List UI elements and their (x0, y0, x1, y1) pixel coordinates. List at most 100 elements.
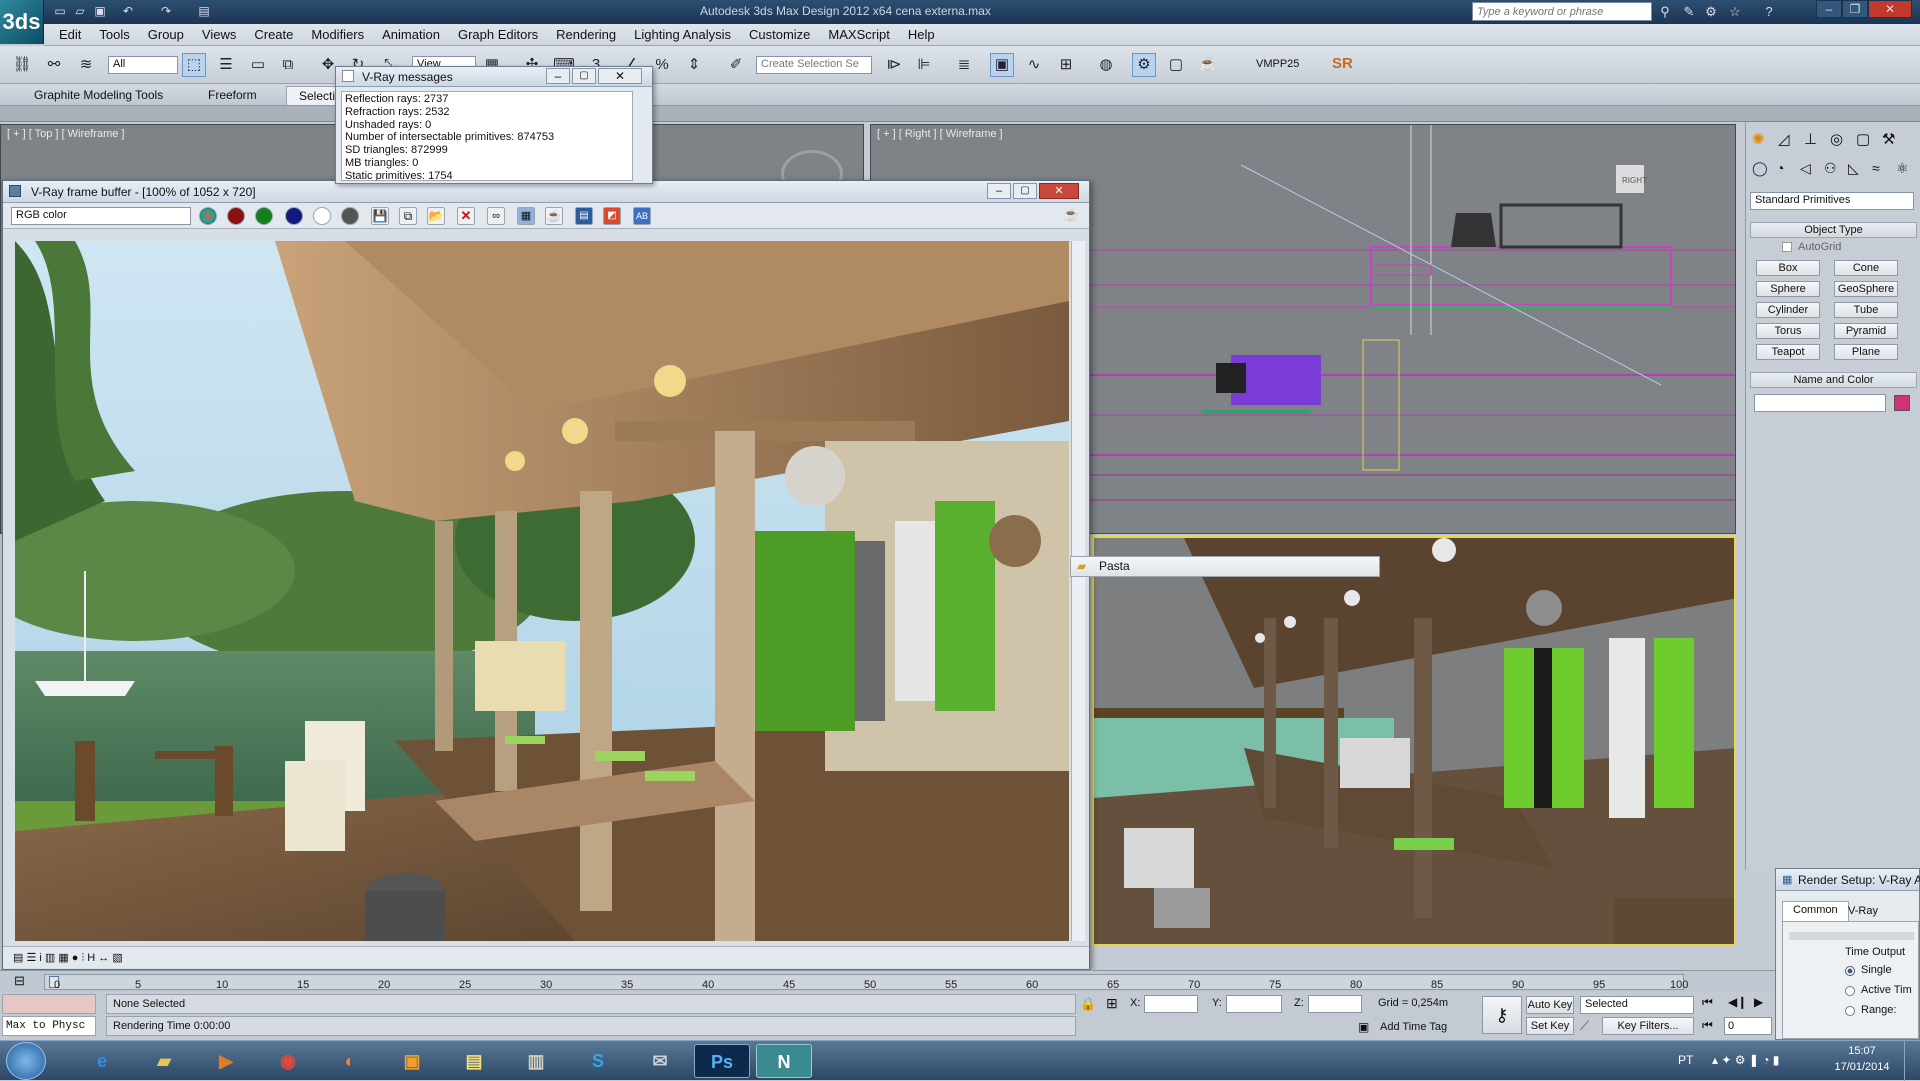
menu-customize[interactable]: Customize (740, 24, 819, 45)
tab-freeform[interactable]: Freeform (196, 86, 269, 105)
range-radio[interactable] (1845, 1006, 1855, 1016)
taskbar-folder-icon[interactable]: ▰ (136, 1044, 192, 1078)
pyramid-button[interactable]: Pyramid (1834, 323, 1898, 339)
select-object-icon[interactable]: ⬚ (182, 53, 206, 77)
maxscript-input[interactable]: Max to Physc (2, 1016, 96, 1036)
shapes-icon[interactable]: ◔ (1776, 160, 1784, 176)
rendered-frame-window-icon[interactable]: ▢ (1164, 53, 1188, 77)
taskbar-3dsmax-icon[interactable]: N (756, 1044, 812, 1078)
select-by-name-icon[interactable]: ☰ (214, 53, 238, 77)
tab-vray[interactable]: V-Ray (1838, 903, 1888, 921)
blue-channel-icon[interactable] (285, 207, 303, 225)
green-channel-icon[interactable] (255, 207, 273, 225)
menu-edit[interactable]: Edit (50, 24, 90, 45)
save-all-icon[interactable]: ⧉ (399, 207, 417, 225)
spacewarps-icon[interactable]: ≈ (1872, 160, 1880, 176)
y-coordinate-field[interactable] (1226, 995, 1282, 1013)
tray-icons[interactable]: ▴ ✦ ⚙ ❚ ◔ ▮ (1712, 1053, 1779, 1067)
vray-messages-maximize-icon[interactable]: ▢ (572, 68, 596, 84)
tab-graphite-modeling[interactable]: Graphite Modeling Tools (22, 86, 175, 105)
default-tangent-icon[interactable]: ⟋ (1580, 1018, 1589, 1034)
help-icon[interactable]: ? (1760, 3, 1778, 21)
named-selection-dropdown[interactable]: Create Selection Se (756, 56, 872, 74)
rectangular-selection-icon[interactable]: ▭ (246, 53, 270, 77)
vfb-vertical-scrollbar[interactable] (1071, 241, 1085, 941)
utilities-tab-icon[interactable]: ⚒ (1882, 130, 1895, 148)
load-image-icon[interactable]: 📂 (427, 207, 445, 225)
clear-image-icon[interactable]: ✕ (457, 207, 475, 225)
menu-views[interactable]: Views (193, 24, 245, 45)
edit-named-selection-icon[interactable]: ✐ (724, 53, 748, 77)
mirror-icon[interactable]: ⧐ (882, 53, 906, 77)
vray-messages-log[interactable]: Reflection rays: 2737 Refraction rays: 2… (341, 91, 633, 181)
geosphere-button[interactable]: GeoSphere (1834, 281, 1898, 297)
track-mouse-icon[interactable]: ∞ (487, 207, 505, 225)
project-folder-icon[interactable]: ▤ (196, 3, 212, 19)
name-color-rollout[interactable]: Name and Color (1750, 372, 1917, 388)
menu-create[interactable]: Create (245, 24, 302, 45)
save-icon[interactable]: ▣ (92, 3, 108, 19)
app-logo[interactable]: 3ds (0, 0, 44, 44)
curve-editor-icon[interactable]: ∿ (1022, 53, 1046, 77)
spinner-snap-icon[interactable]: ⇕ (682, 53, 706, 77)
primitive-category-dropdown[interactable]: Standard Primitives (1750, 192, 1914, 210)
active-time-radio[interactable] (1845, 986, 1855, 996)
systems-icon[interactable]: ⚛ (1896, 160, 1909, 177)
menu-help[interactable]: Help (899, 24, 944, 45)
rendered-image[interactable] (15, 241, 1069, 941)
object-name-field[interactable] (1754, 394, 1886, 412)
save-image-icon[interactable]: 💾 (371, 207, 389, 225)
tube-button[interactable]: Tube (1834, 302, 1898, 318)
layer-manager-icon[interactable]: ≣ (952, 53, 976, 77)
timeline-toggle-icon[interactable]: ⊟ (14, 973, 25, 989)
previous-frame-icon[interactable]: ◀❙ (1728, 995, 1747, 1009)
helpers-icon[interactable]: ◺ (1848, 160, 1859, 177)
new-file-icon[interactable]: ▭ (52, 3, 68, 19)
key-mode-toggle-icon[interactable]: ⏮ (1702, 1018, 1713, 1033)
vray-messages-minimize-icon[interactable]: ‒ (546, 68, 570, 84)
communication-icon[interactable]: ⚙ (1702, 3, 1720, 21)
set-key-button[interactable]: Set Key (1526, 1017, 1574, 1035)
cone-button[interactable]: Cone (1834, 260, 1898, 276)
key-mode-dropdown[interactable]: Selected (1580, 996, 1694, 1014)
clock-date[interactable]: 17/01/2014 (1826, 1061, 1898, 1073)
render-teapot-icon[interactable]: ☕ (1063, 207, 1079, 223)
taskbar-media-icon[interactable]: ▶ (198, 1044, 254, 1078)
top-viewport-label[interactable]: [ + ] [ Top ] [ Wireframe ] (7, 128, 124, 140)
taskbar-skype-icon[interactable]: S (570, 1044, 626, 1078)
modify-tab-icon[interactable]: ◿ (1778, 130, 1790, 148)
single-radio[interactable] (1845, 966, 1855, 976)
play-icon[interactable]: ▶ (1754, 995, 1763, 1009)
render-last-icon[interactable]: ☕ (545, 207, 563, 225)
align-icon[interactable]: ⊫ (912, 53, 936, 77)
key-filters-button[interactable]: Key Filters... (1602, 1017, 1694, 1035)
taskbar-notes-icon[interactable]: ▤ (446, 1044, 502, 1078)
menu-tools[interactable]: Tools (90, 24, 138, 45)
unlink-icon[interactable]: ⚯ (42, 53, 66, 77)
z-coordinate-field[interactable] (1308, 995, 1362, 1013)
autogrid-checkbox[interactable] (1782, 242, 1792, 252)
render-production-icon[interactable]: ☕ (1196, 53, 1220, 77)
ab-compare-icon[interactable]: AB (633, 207, 651, 225)
alpha-channel-icon[interactable] (313, 207, 331, 225)
subscription-icon[interactable]: ✎ (1680, 3, 1698, 21)
torus-button[interactable]: Torus (1756, 323, 1820, 339)
menu-lighting-analysis[interactable]: Lighting Analysis (625, 24, 740, 45)
clock-time[interactable]: 15:07 (1832, 1045, 1892, 1057)
region-render-icon[interactable]: ▦ (517, 207, 535, 225)
vray-messages-close-icon[interactable]: ✕ (598, 68, 642, 84)
taskbar-mail-icon[interactable]: ✉ (632, 1044, 688, 1078)
cylinder-button[interactable]: Cylinder (1756, 302, 1820, 318)
perspective-viewport[interactable] (1092, 536, 1736, 946)
add-time-tag[interactable]: Add Time Tag (1380, 1021, 1447, 1033)
object-color-swatch[interactable] (1894, 395, 1910, 411)
display-tab-icon[interactable]: ▢ (1856, 130, 1870, 148)
minimize-icon[interactable]: ‒ (1816, 0, 1842, 18)
binoculars-icon[interactable]: ⚲ (1656, 3, 1674, 21)
folder-tooltip[interactable]: ▰ Pasta (1070, 556, 1380, 577)
box-button[interactable]: Box (1756, 260, 1820, 276)
set-key-mode-icon[interactable]: ⚷ (1482, 996, 1522, 1034)
taskbar-ie-icon[interactable]: e (74, 1044, 130, 1078)
vfb-close-icon[interactable]: ✕ (1039, 183, 1079, 199)
menu-maxscript[interactable]: MAXScript (819, 24, 898, 45)
